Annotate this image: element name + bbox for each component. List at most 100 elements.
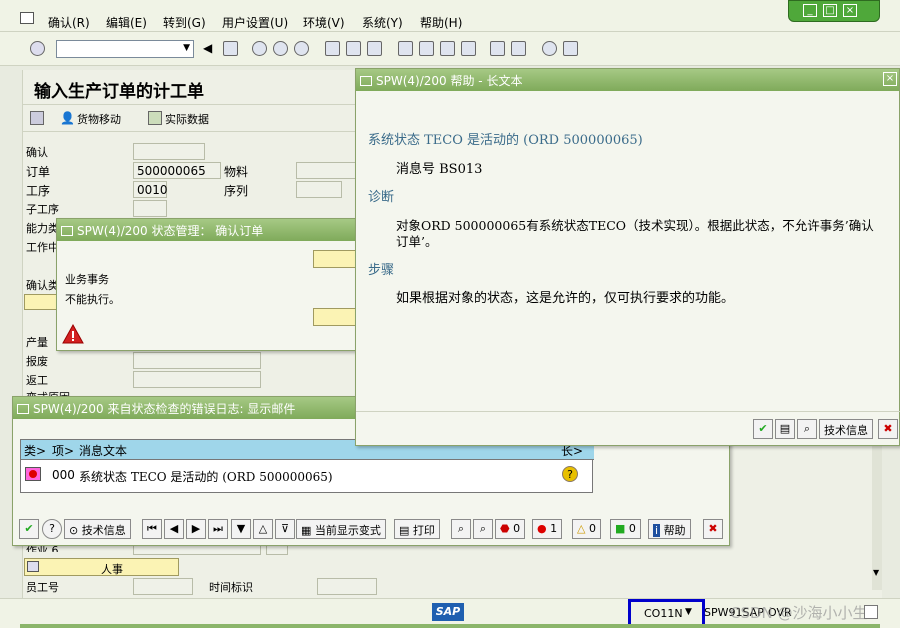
scroll-down-icon[interactable]: ▼ [873, 568, 879, 577]
steps-text: 如果根据对象的状态，这是允许的，仅可执行要求的功能。 [396, 291, 735, 306]
window-controls: _ □ × [788, 0, 880, 22]
sequence-field[interactable] [296, 181, 342, 198]
sort-icon[interactable]: △ [253, 519, 273, 539]
yield-label: 产量 [26, 336, 48, 349]
transaction-code: CO11N [644, 607, 683, 620]
continue-check-icon[interactable]: ✔ [19, 519, 39, 539]
hr-button[interactable]: 人事 [24, 558, 179, 576]
close-icon[interactable]: × [883, 72, 897, 86]
ok-count-button[interactable]: ■ 0 [610, 519, 641, 539]
back-icon[interactable] [252, 41, 267, 56]
long-text-icon[interactable]: ? [562, 466, 578, 482]
col-type[interactable]: 类> [24, 442, 46, 459]
menu-system[interactable]: 系统(Y) [362, 14, 403, 31]
status-dialog-line2: 不能执行。 [65, 293, 120, 306]
order-field[interactable]: 500000065 [133, 162, 221, 179]
exit-icon[interactable] [273, 41, 288, 56]
help-tech-info-button[interactable]: 技术信息 [819, 419, 873, 439]
scrap-field[interactable] [133, 352, 261, 369]
work-center-label: 工作中 [26, 241, 59, 254]
next-page-icon[interactable] [440, 41, 455, 56]
close-window-icon[interactable]: × [843, 4, 857, 17]
find-icon[interactable]: ⌕ [797, 419, 817, 439]
minimize-icon[interactable]: _ [803, 4, 817, 17]
save-icon[interactable] [223, 41, 238, 56]
goods-movement-button[interactable]: 货物移动 [77, 111, 121, 127]
stop-icon: ⬣ [500, 522, 514, 535]
previous-page-icon[interactable] [419, 41, 434, 56]
menu-goto[interactable]: 转到(G) [163, 14, 206, 31]
menu-confirm[interactable]: 确认(R) [48, 14, 90, 31]
cancel-icon[interactable] [294, 41, 309, 56]
stop-count-button[interactable]: ⬣ 0 [495, 519, 526, 539]
vertical-scrollbar[interactable]: ▼ [872, 440, 882, 590]
print-icon[interactable] [325, 41, 340, 56]
find-icon[interactable]: ⌕ [451, 519, 471, 539]
help-icon[interactable] [542, 41, 557, 56]
stop-count: 0 [513, 522, 521, 535]
maximize-icon[interactable]: □ [823, 4, 837, 17]
window-icon [17, 404, 29, 414]
back-triangle-icon[interactable]: ◀ [203, 41, 218, 56]
find-next-icon[interactable] [367, 41, 382, 56]
confirm-type-button[interactable] [24, 294, 58, 310]
status-management-dialog: SPW(4)/200 状态管理： 确认订单 业务事务 不能执行。 [56, 218, 366, 351]
first-page-icon[interactable]: ⏮ [142, 519, 162, 539]
layout-icon: ▦ [301, 524, 315, 537]
continue-check-icon[interactable]: ✔ [753, 419, 773, 439]
table-row[interactable]: 000 系统状态 TECO 是活动的 (ORD 500000065) ? [21, 461, 594, 493]
menu-environment[interactable]: 环境(V) [303, 14, 345, 31]
print-button[interactable]: ▤ 打印 [394, 519, 440, 539]
cancel-x-icon[interactable]: ✖ [878, 419, 898, 439]
menu-edit[interactable]: 编辑(E) [106, 14, 147, 31]
sub-operation-field[interactable] [133, 200, 167, 217]
chevron-down-icon[interactable]: ▼ [685, 607, 692, 617]
material-field[interactable] [296, 162, 356, 179]
rework-field[interactable] [133, 371, 261, 388]
menu-icon[interactable] [20, 12, 34, 24]
cancel-x-icon[interactable]: ✖ [703, 519, 723, 539]
tech-info-button[interactable]: ⊙ 技术信息 [64, 519, 131, 539]
capacity-label: 能力类 [26, 222, 59, 235]
find-icon[interactable] [346, 41, 361, 56]
bottom-edge [20, 624, 880, 628]
menu-user-settings[interactable]: 用户设置(U) [222, 14, 288, 31]
glasses-icon: ⊙ [69, 524, 82, 537]
operation-field[interactable]: 0010 [133, 181, 168, 198]
next-page-icon[interactable]: ▶ [186, 519, 206, 539]
layout-menu-icon[interactable] [563, 41, 578, 56]
last-page-icon[interactable] [461, 41, 476, 56]
create-session-icon[interactable] [490, 41, 505, 56]
shortcut-icon[interactable] [511, 41, 526, 56]
diagnosis-text-line2: 订单’。 [396, 234, 438, 249]
current-variant-button[interactable]: ▦ 当前显示变式 [296, 519, 386, 539]
chevron-down-icon[interactable]: ▼ [183, 43, 190, 53]
last-page-icon[interactable]: ⏭ [208, 519, 228, 539]
help-button[interactable]: i 帮助 [648, 519, 691, 539]
find-next-icon[interactable]: ⌕ [473, 519, 493, 539]
status-options-icon[interactable] [864, 605, 878, 619]
help-icon[interactable]: ? [42, 519, 62, 539]
error-count-button[interactable]: ● 1 [532, 519, 563, 539]
enter-icon[interactable] [30, 41, 45, 56]
confirm-field[interactable] [133, 143, 205, 160]
first-page-icon[interactable] [398, 41, 413, 56]
command-field[interactable]: ▼ [56, 40, 194, 58]
print-label: 打印 [412, 524, 435, 537]
warning-count-button[interactable]: △ 0 [572, 519, 601, 539]
help-longtext-dialog: SPW(4)/200 帮助 - 长文本 × 系统状态 TECO 是活动的 (OR… [355, 68, 900, 446]
personnel-field[interactable] [133, 578, 193, 595]
col-item[interactable]: 项> [52, 442, 74, 459]
display-change-icon[interactable] [30, 111, 44, 125]
log-table: 类> 项> 消息文本 长> 000 系统状态 TECO 是活动的 (ORD 50… [20, 439, 594, 493]
error-log-title: SPW(4)/200 来自状态检查的错误日志: 显示邮件 [33, 402, 296, 416]
time-id-field[interactable] [317, 578, 377, 595]
col-message[interactable]: 消息文本 [79, 442, 127, 459]
row-item: 000 [52, 468, 75, 482]
actual-data-button[interactable]: 实际数据 [165, 111, 209, 127]
previous-page-icon[interactable]: ◀ [164, 519, 184, 539]
filter-icon[interactable]: ▼ [231, 519, 251, 539]
funnel-icon[interactable]: ⊽ [275, 519, 295, 539]
menu-help[interactable]: 帮助(H) [420, 14, 462, 31]
print-icon[interactable]: ▤ [775, 419, 795, 439]
